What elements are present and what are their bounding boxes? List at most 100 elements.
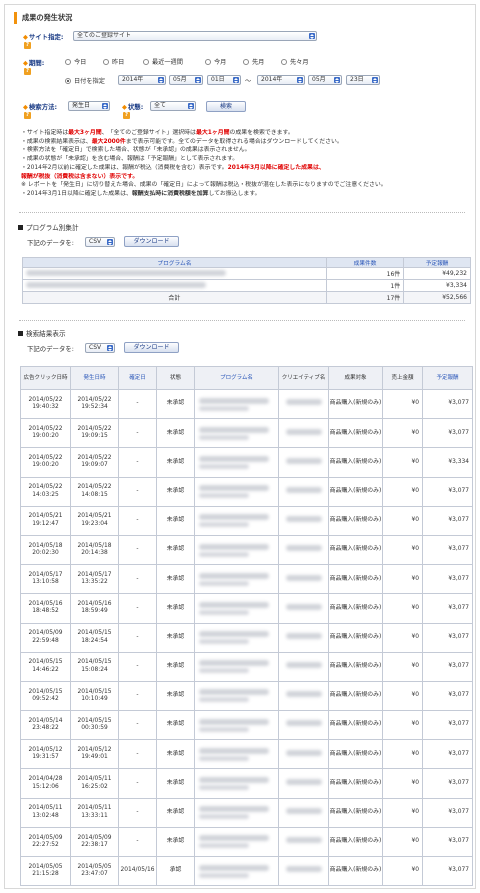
results-format-select[interactable]: CSV [85,343,115,353]
reward-cell: ¥3,334 [422,447,473,478]
reward-cell: ¥3,077 [422,622,473,653]
confirm-cell: - [118,710,157,741]
search-method-label: ◆検索方法: [23,103,58,111]
col-reward[interactable]: 予定報酬 [422,366,473,390]
status-cell: 未承認 [156,476,195,507]
reward-cell: ¥3,077 [422,505,473,536]
table-header-row: 広告クリック日時 発生日時 確定日 状態 プログラム名 クリエイティブ名 成果対… [20,366,473,390]
click-cell: 2014/05/15 14:46:22 [20,651,71,682]
click-cell: 2014/05/14 23:48:22 [20,710,71,741]
occur-cell: 2014/05/11 16:25:02 [70,768,119,799]
radio-yesterday[interactable]: 昨日 [103,57,124,66]
site-label: ◆サイト指定: [23,33,64,41]
click-cell: 2014/05/17 13:10:58 [20,564,71,595]
reward-cell: ¥3,334 [403,279,471,292]
confirm-cell: 2014/05/16 [118,855,157,887]
status-cell: 未承認 [156,418,195,449]
occur-cell: 2014/05/22 19:09:07 [70,447,119,478]
confirm-cell: - [118,593,157,624]
from-year-select[interactable]: 2014年 [118,75,166,85]
radio-icon [65,77,71,84]
radio-this-month[interactable]: 今月 [205,57,226,66]
table-row: 2014/05/16 18:48:52 2014/05/16 18:59:49- 未承認… [20,593,473,624]
count-cell: 16件 [325,267,405,280]
table-row: 2014/05/12 19:31:57 2014/05/12 19:49:01- 未承認… [20,739,473,770]
occur-cell: 2014/05/22 14:08:15 [70,476,119,507]
table-row: 2014/05/18 20:02:30 2014/05/18 20:14:38- 未承認… [20,534,473,566]
program-name-redacted [194,710,279,741]
to-month-select[interactable]: 05月 [308,75,342,85]
click-cell: 2014/05/22 14:03:25 [20,476,71,507]
radio-month-before-last[interactable]: 先々月 [281,57,309,66]
creative-name-redacted [278,826,329,858]
status-cell: 未承認 [156,622,195,653]
col-click-datetime: 広告クリック日時 [20,366,71,390]
radio-last-month[interactable]: 先月 [243,57,264,66]
radio-icon [103,58,109,65]
total-row: 合計 17件 ¥52,566 [22,291,471,304]
col-confirm-date[interactable]: 確定日 [118,366,157,390]
from-day-select[interactable]: 01日 [207,75,241,85]
status-cell: 未承認 [156,710,195,741]
select-arrow-icon [233,77,239,83]
occur-cell: 2014/05/15 15:08:24 [70,651,119,682]
from-month-select[interactable]: 05月 [169,75,203,85]
select-arrow-icon [372,77,378,83]
summary-format-select[interactable]: CSV [85,237,115,247]
click-cell: 2014/05/11 13:02:48 [20,797,71,828]
occur-cell: 2014/05/05 23:47:07 [70,855,119,887]
target-cell: 商品購入(新規のみ) [328,651,383,682]
question-icon[interactable]: ? [24,112,31,119]
status-select[interactable]: 全て [150,101,196,111]
target-cell: 商品購入(新規のみ) [328,680,383,712]
confirm-cell: - [118,564,157,595]
radio-icon [143,58,149,65]
question-icon[interactable]: ? [123,112,130,119]
col-occur-datetime[interactable]: 発生日時 [70,366,119,390]
question-icon[interactable]: ? [24,42,31,49]
program-name-redacted [194,855,279,887]
creative-name-redacted [278,797,329,828]
col-target: 成果対象 [328,366,383,390]
col-program-name[interactable]: プログラム名 [194,366,279,390]
confirm-cell: - [118,826,157,858]
click-cell: 2014/05/22 19:00:20 [20,418,71,449]
creative-name-redacted [278,534,329,566]
creative-name-redacted [278,593,329,624]
status-cell: 未承認 [156,505,195,536]
question-icon[interactable]: ? [24,68,31,75]
col-reward: 予定報酬 [403,257,471,268]
results-download-button[interactable]: ダウンロード [124,342,179,353]
table-row: 2014/05/22 19:40:32 2014/05/22 19:52:34- 未承認… [20,388,473,420]
col-creative-name: クリエイティブ名 [278,366,329,390]
search-method-select[interactable]: 発生日 [68,101,110,111]
search-button[interactable]: 検索 [206,101,246,112]
reward-cell: ¥3,077 [422,768,473,799]
divider [19,320,465,321]
col-status: 状態 [156,366,195,390]
radio-date-range[interactable]: 日付を指定 [65,76,105,85]
table-row: 2014/05/22 19:00:20 2014/05/22 19:09:15- 未承認… [20,418,473,449]
status-cell: 未承認 [156,739,195,770]
radio-today[interactable]: 今日 [65,57,86,66]
sales-cell: ¥0 [382,739,423,770]
status-cell: 未承認 [156,593,195,624]
confirm-cell: - [118,622,157,653]
site-select[interactable]: 全てのご登録サイト [73,31,317,41]
table-row: 2014/04/28 15:12:06 2014/05/11 16:25:02- 未承認… [20,768,473,799]
reward-cell: ¥3,077 [422,476,473,507]
status-cell: 未承認 [156,388,195,420]
note-line: ・検索方法を「確定日」で検索した場合、状態が「未承認」の成果は表示されません。 [21,147,251,154]
occur-cell: 2014/05/18 20:14:38 [70,534,119,566]
occur-cell: 2014/05/09 22:38:17 [70,826,119,858]
target-cell: 商品購入(新規のみ) [328,739,383,770]
target-cell: 商品購入(新規のみ) [328,710,383,741]
creative-name-redacted [278,855,329,887]
radio-last-week[interactable]: 最近一週間 [143,57,183,66]
summary-download-button[interactable]: ダウンロード [124,236,179,247]
to-day-select[interactable]: 23日 [346,75,380,85]
to-year-select[interactable]: 2014年 [257,75,305,85]
table-row: 2014/05/14 23:48:22 2014/05/15 00:30:59- 未承認… [20,710,473,741]
table-row: 2014/05/21 19:12:47 2014/05/21 19:23:04- 未承認… [20,505,473,536]
note-line: ・成果の検索結果表示は、最大2000件まで表示可能です。全てのデータを取得される… [21,138,343,145]
